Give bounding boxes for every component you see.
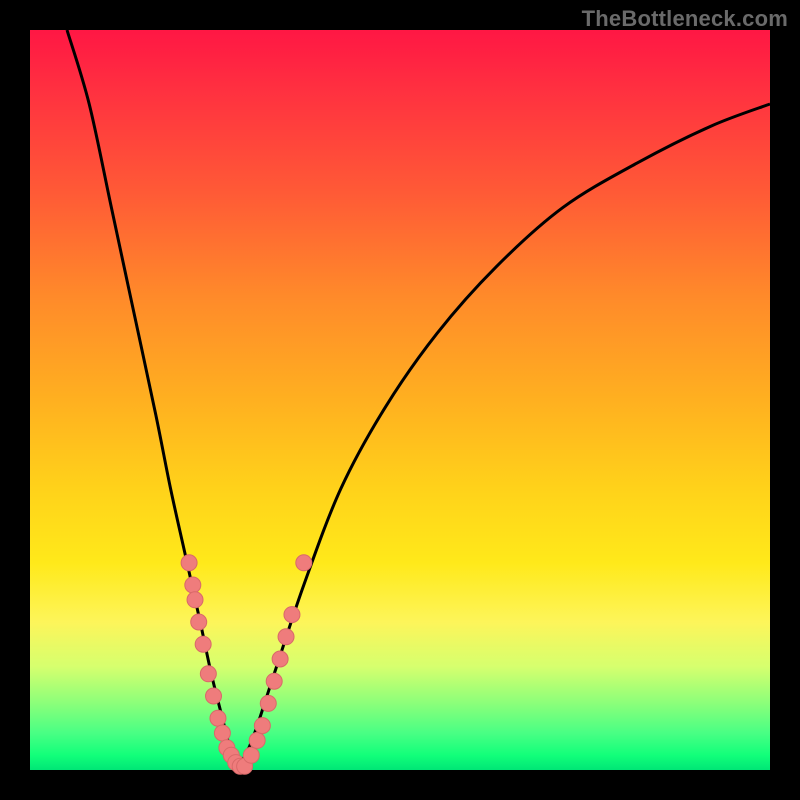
scatter-dot — [191, 614, 207, 630]
scatter-dot — [278, 629, 294, 645]
scatter-dot — [210, 710, 226, 726]
scatter-dot — [284, 607, 300, 623]
scatter-dot — [206, 688, 222, 704]
curve-right — [237, 104, 770, 770]
scatter-dot — [260, 695, 276, 711]
plot-area — [30, 30, 770, 770]
scatter-dot — [249, 732, 265, 748]
scatter-dot — [243, 747, 259, 763]
scatter-dot — [266, 673, 282, 689]
scatter-dot — [187, 592, 203, 608]
scatter-dot — [195, 636, 211, 652]
scatter-dot — [254, 718, 270, 734]
scatter-dot — [185, 577, 201, 593]
chart-frame: TheBottleneck.com — [0, 0, 800, 800]
scatter-dot — [214, 725, 230, 741]
scatter-dot — [272, 651, 288, 667]
chart-svg — [30, 30, 770, 770]
curve-left — [67, 30, 237, 770]
scatter-dot — [200, 666, 216, 682]
watermark-text: TheBottleneck.com — [582, 6, 788, 32]
scatter-dot — [296, 555, 312, 571]
scatter-dot — [181, 555, 197, 571]
scatter-points — [181, 555, 312, 775]
